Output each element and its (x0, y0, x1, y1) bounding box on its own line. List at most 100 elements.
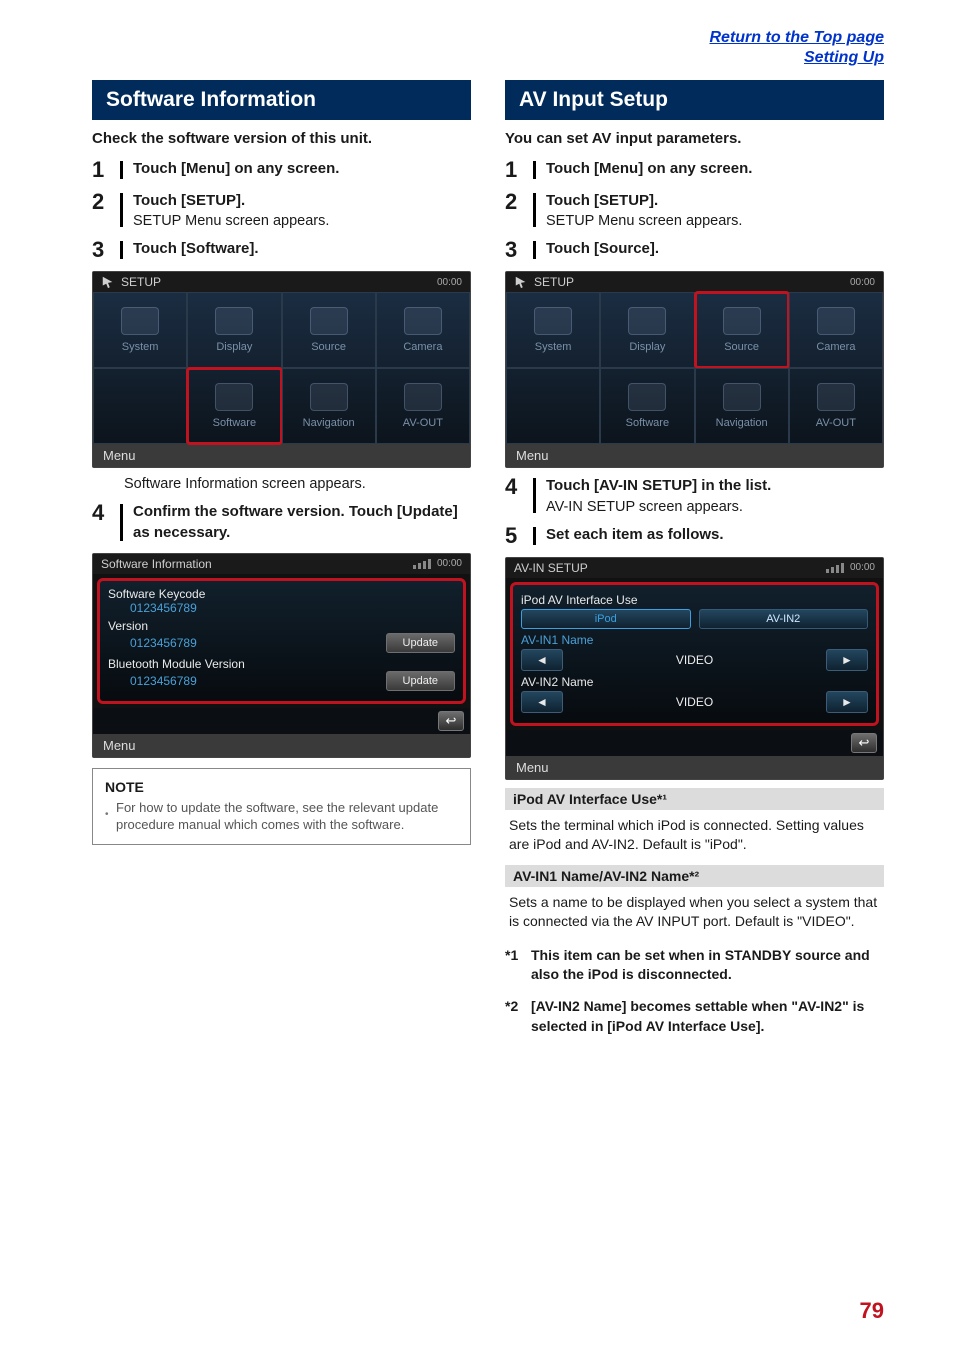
clock-label: 00:00 (850, 277, 875, 288)
setup-item-camera[interactable]: Camera (376, 292, 470, 368)
step-divider (120, 193, 123, 227)
avin1-name-label: AV-IN1 Name (521, 633, 868, 647)
result-text: Software Information screen appears. (124, 476, 471, 492)
screenshot-menu-button[interactable]: Menu (93, 734, 470, 757)
setup-item-camera[interactable]: Camera (789, 292, 883, 368)
step-title: Set each item as follows. (546, 525, 884, 545)
cursor-icon (101, 275, 115, 289)
step-title: Touch [Software]. (133, 239, 471, 259)
note-box: NOTE For how to update the software, see… (92, 768, 471, 845)
footnote-tag: *2 (505, 997, 525, 1036)
section-header-av-input-setup: AV Input Setup (505, 80, 884, 120)
setup-item-navigation[interactable]: Navigation (282, 368, 376, 444)
step-divider (533, 161, 536, 179)
screenshot-menu-button[interactable]: Menu (506, 756, 883, 779)
bt-version-value: 0123456789 (108, 674, 197, 688)
step-title: Touch [AV-IN SETUP] in the list. (546, 476, 884, 496)
bt-version-label: Bluetooth Module Version (108, 657, 455, 671)
step-title: Confirm the software version. Touch [Upd… (133, 502, 471, 543)
setup-item-blank (93, 368, 187, 444)
step-2: 2 Touch [SETUP]. SETUP Menu screen appea… (92, 191, 471, 229)
step-3: 3 Touch [Source]. (505, 239, 884, 261)
keycode-label: Software Keycode (108, 587, 455, 601)
setting-heading-ipod-av: iPod AV Interface Use*¹ (505, 788, 884, 810)
step-divider (533, 241, 536, 259)
intro-text: Check the software version of this unit. (92, 130, 471, 147)
avin1-name-value: VIDEO (571, 653, 818, 667)
screenshot-title: AV-IN SETUP (514, 561, 588, 575)
setting-body: Sets a name to be displayed when you sel… (505, 887, 884, 934)
avin2-option-button[interactable]: AV-IN2 (699, 609, 869, 629)
setup-item-avout[interactable]: AV-OUT (789, 368, 883, 444)
return-icon[interactable]: ↩ (851, 733, 877, 753)
step-number: 3 (92, 239, 110, 261)
step-number: 4 (92, 502, 110, 524)
step-3: 3 Touch [Software]. (92, 239, 471, 261)
two-column-layout: Software Information Check the software … (92, 80, 884, 1036)
section-header-software-information: Software Information (92, 80, 471, 120)
prev-button[interactable]: ◄ (521, 649, 563, 671)
step-number: 2 (92, 191, 110, 213)
setup-item-system[interactable]: System (506, 292, 600, 368)
next-button[interactable]: ► (826, 649, 868, 671)
update-button[interactable]: Update (386, 671, 455, 691)
step-number: 1 (92, 159, 110, 181)
setup-item-source[interactable]: Source (282, 292, 376, 368)
step-number: 3 (505, 239, 523, 261)
setting-body: Sets the terminal which iPod is connecte… (505, 810, 884, 857)
return-top-link[interactable]: Return to the Top page (709, 28, 884, 48)
setup-menu-screenshot: SETUP 00:00 System Display Source Camera… (505, 271, 884, 468)
page-number: 79 (860, 1298, 884, 1324)
header-links: Return to the Top page Setting Up (92, 28, 884, 68)
prev-button[interactable]: ◄ (521, 691, 563, 713)
step-divider (533, 478, 536, 512)
ipod-av-interface-label: iPod AV Interface Use (521, 593, 868, 607)
setup-item-source[interactable]: Source (695, 292, 789, 368)
clock-label: 00:00 (850, 562, 875, 573)
footnote-1: *1 This item can be set when in STANDBY … (505, 946, 884, 985)
next-button[interactable]: ► (826, 691, 868, 713)
step-5: 5 Set each item as follows. (505, 525, 884, 547)
step-number: 4 (505, 476, 523, 498)
avin2-name-value: VIDEO (571, 695, 818, 709)
step-1: 1 Touch [Menu] on any screen. (92, 159, 471, 181)
version-value: 0123456789 (108, 636, 197, 650)
screenshot-menu-button[interactable]: Menu (506, 444, 883, 467)
clock-label: 00:00 (437, 277, 462, 288)
setup-item-software[interactable]: Software (187, 368, 281, 444)
setup-item-display[interactable]: Display (600, 292, 694, 368)
clock-label: 00:00 (437, 558, 462, 569)
setup-menu-screenshot: SETUP 00:00 System Display Source Camera… (92, 271, 471, 468)
return-icon[interactable]: ↩ (438, 711, 464, 731)
setup-item-avout[interactable]: AV-OUT (376, 368, 470, 444)
step-title: Touch [SETUP]. (546, 191, 884, 211)
setting-heading-avin-name: AV-IN1 Name/AV-IN2 Name*² (505, 865, 884, 887)
ipod-option-button[interactable]: iPod (521, 609, 691, 629)
update-button[interactable]: Update (386, 633, 455, 653)
screenshot-title: SETUP (534, 275, 574, 289)
setup-item-display[interactable]: Display (187, 292, 281, 368)
step-subtext: SETUP Menu screen appears. (133, 213, 471, 229)
step-number: 2 (505, 191, 523, 213)
screenshot-title: Software Information (101, 557, 212, 571)
step-number: 1 (505, 159, 523, 181)
setup-item-software[interactable]: Software (600, 368, 694, 444)
note-title: NOTE (105, 779, 458, 795)
setting-up-link[interactable]: Setting Up (804, 48, 884, 68)
footnote-body: This item can be set when in STANDBY sou… (531, 946, 884, 985)
cursor-icon (514, 275, 528, 289)
step-subtext: AV-IN SETUP screen appears. (546, 499, 884, 515)
step-number: 5 (505, 525, 523, 547)
setup-item-system[interactable]: System (93, 292, 187, 368)
step-subtext: SETUP Menu screen appears. (546, 213, 884, 229)
screenshot-menu-button[interactable]: Menu (93, 444, 470, 467)
step-title: Touch [Menu] on any screen. (133, 159, 471, 179)
av-in-setup-screenshot: AV-IN SETUP 00:00 iPod AV Interface Use … (505, 557, 884, 780)
step-divider (533, 193, 536, 227)
step-divider (120, 504, 123, 541)
intro-text: You can set AV input parameters. (505, 130, 884, 147)
setup-item-navigation[interactable]: Navigation (695, 368, 789, 444)
software-info-screenshot: Software Information 00:00 Software Keyc… (92, 553, 471, 758)
step-4: 4 Confirm the software version. Touch [U… (92, 502, 471, 543)
footnote-body: [AV-IN2 Name] becomes settable when "AV-… (531, 997, 884, 1036)
